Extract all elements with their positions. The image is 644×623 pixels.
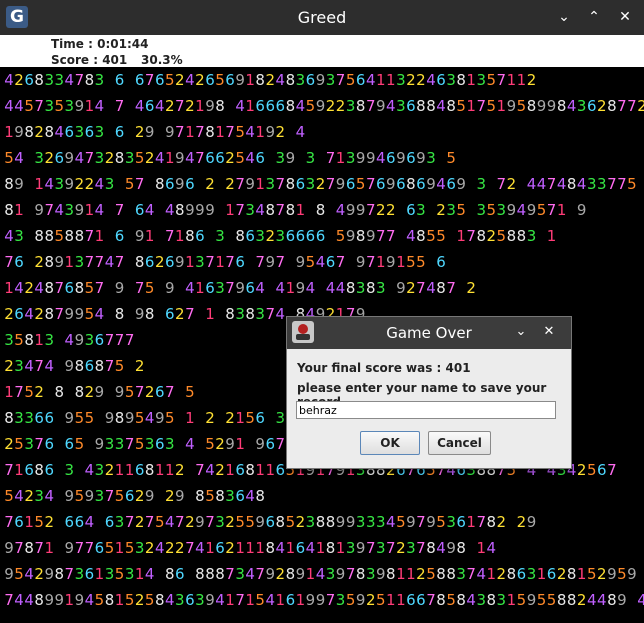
dialog-close-icon[interactable]: ✕ xyxy=(539,322,559,342)
dialog-titlebar: Game Over ⌄ ✕ xyxy=(287,317,571,349)
grid-row[interactable]: 76 289137747 86269137176 797 95467 97191… xyxy=(4,249,446,275)
grid-row[interactable]: 97871 9776515324227416211184164181397372… xyxy=(4,535,496,561)
window-title: Greed xyxy=(297,8,347,27)
cancel-button[interactable]: Cancel xyxy=(428,431,491,455)
grid-row[interactable]: 89 14392243 57 8696 2 279137863279657696… xyxy=(4,171,644,197)
minimize-icon[interactable]: ⌄ xyxy=(553,6,575,28)
final-score-message: Your final score was : 401 xyxy=(297,361,471,375)
close-icon[interactable]: ✕ xyxy=(614,6,636,28)
grid-row[interactable]: 81 9743914 7 64 48999 17348781 8 499722 … xyxy=(4,197,587,223)
grid-row[interactable]: 54234 959375629 29 8583648 xyxy=(4,483,265,509)
grid-row[interactable]: 35813 4936777 xyxy=(4,327,135,353)
status-bar: Time : 0:01:44 Score : 401 30.3% xyxy=(0,35,644,67)
grid-row[interactable]: 7448991945815258436394171541619973592511… xyxy=(4,587,644,613)
grid-row[interactable]: 1752 8 829 957267 5 xyxy=(4,379,195,405)
grid-row[interactable]: 4457353914 7 464272198 41666845922387943… xyxy=(4,93,644,119)
window-titlebar: G Greed ⌄ ⌃ ✕ xyxy=(0,0,644,35)
game-over-dialog: Game Over ⌄ ✕ Your final score was : 401… xyxy=(286,316,572,469)
ok-button[interactable]: OK xyxy=(360,431,420,455)
grid-row[interactable]: 43 8858871 6 91 7186 3 863236666 598977 … xyxy=(4,223,557,249)
elapsed-time: Time : 0:01:44 xyxy=(51,37,149,51)
grid-row[interactable]: 23474 986875 2 xyxy=(4,353,145,379)
name-input[interactable] xyxy=(296,401,556,419)
grid-row[interactable]: 1982846363 6 29 971781754192 4 xyxy=(4,119,305,145)
score-display: Score : 401 xyxy=(51,53,128,67)
dialog-minimize-icon[interactable]: ⌄ xyxy=(511,322,531,342)
grid-row[interactable]: 1424876857 9 75 9 41637964 4194 448383 9… xyxy=(4,275,476,301)
cleared-percent: 30.3% xyxy=(141,53,183,67)
grid-row[interactable]: 4268334783 6 676524265691824836937564113… xyxy=(4,67,536,93)
grid-row[interactable]: 954298736135314 86 888734792891439783981… xyxy=(4,561,644,587)
grid-row[interactable]: 76152 664 637275472973255968523889933345… xyxy=(4,509,536,535)
maximize-icon[interactable]: ⌃ xyxy=(583,6,605,28)
grid-row[interactable]: 54 32694732835241947662546 39 3 71399469… xyxy=(4,145,456,171)
